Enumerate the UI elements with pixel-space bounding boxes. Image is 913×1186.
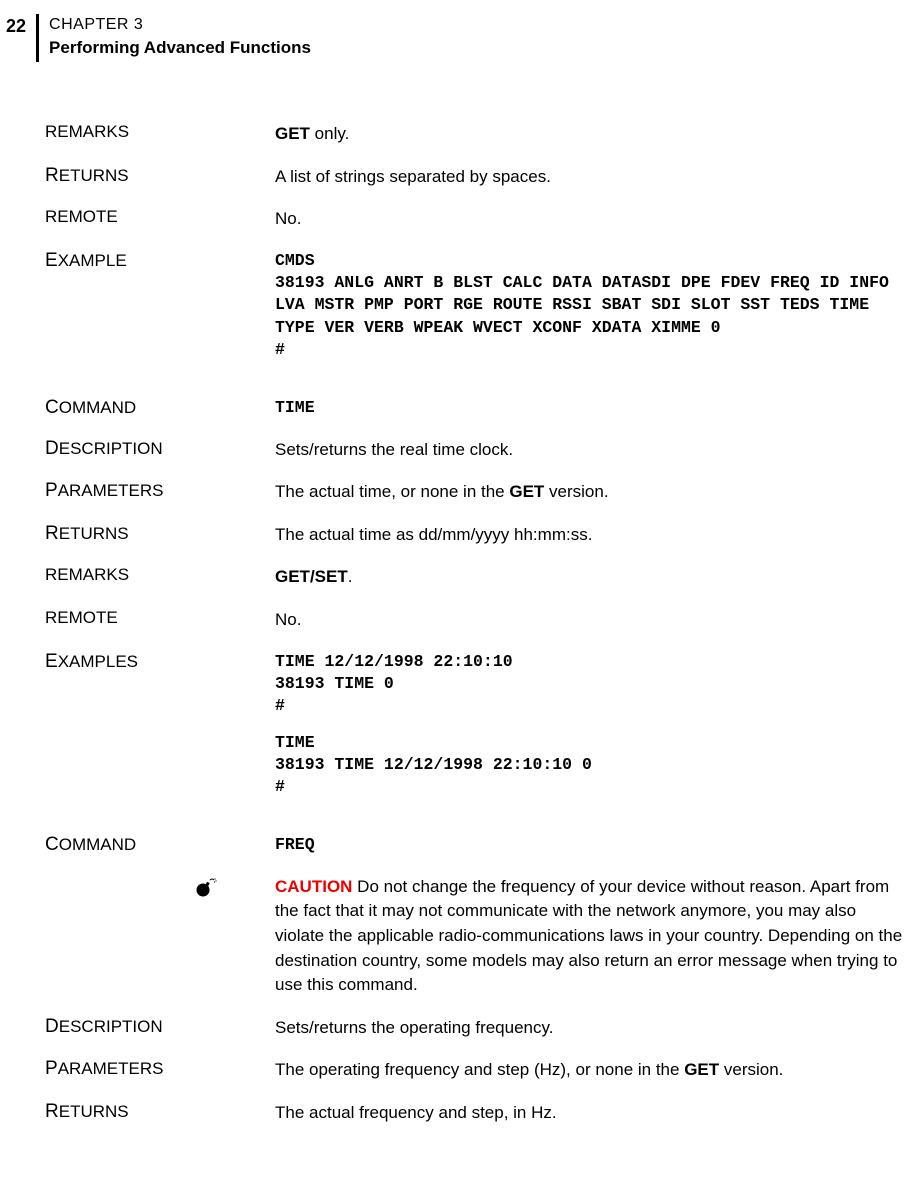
bold-get: GET [684,1060,719,1079]
pre: The actual time, or none in the [275,482,509,501]
caution-body: Do not change the frequency of your devi… [275,877,902,995]
value-remote: No. [275,207,913,232]
cap: P [45,1058,58,1079]
value-command: TIME [275,397,913,419]
cap: D [45,438,59,459]
label-returns: RETURNS [0,165,275,190]
row-returns-1: RETURNS A list of strings separated by s… [0,165,913,190]
cap: R [45,1101,59,1122]
row-returns-3: RETURNS The actual frequency and step, i… [0,1101,913,1126]
label-remote: REMOTE [0,608,275,633]
value-remarks: GET only. [275,122,913,147]
value-example: CMDS 38193 ANLG ANRT B BLST CALC DATA DA… [275,250,913,361]
row-description-3: DESCRIPTION Sets/returns the operating f… [0,1016,913,1041]
post: version. [544,482,608,501]
page-header: 22 CHAPTER 3 Performing Advanced Functio… [0,0,913,62]
value-description: Sets/returns the operating frequency. [275,1016,913,1041]
value-remote: No. [275,608,913,633]
row-remarks-1: REMARKS GET only. [0,122,913,147]
caution-text: CAUTION Do not change the frequency of y… [275,875,913,998]
code-time-get: TIME 38193 TIME 12/12/1998 22:10:10 0 # [275,732,903,799]
label-examples: EXAMPLES [0,651,275,799]
row-parameters-3: PARAMETERS The operating frequency and s… [0,1058,913,1083]
label-returns: RETURNS [0,523,275,548]
rest: OMMAND [59,398,136,417]
value-examples: TIME 12/12/1998 22:10:10 38193 TIME 0 # … [275,651,913,799]
value-parameters: The operating frequency and step (Hz), o… [275,1058,913,1083]
rest: ETURNS [59,166,129,185]
text-only: only. [310,124,349,143]
caution-word: CAUTION [275,877,352,896]
value-returns: The actual frequency and step, in Hz. [275,1101,913,1126]
post: version. [719,1060,783,1079]
code-freq: FREQ [275,834,903,856]
row-remote-1: REMOTE No. [0,207,913,232]
value-description: Sets/returns the real time clock. [275,438,913,463]
row-command-time: COMMAND TIME [0,397,913,419]
code-cmds: CMDS 38193 ANLG ANRT B BLST CALC DATA DA… [275,250,903,361]
rest: ETURNS [59,524,129,543]
value-returns: The actual time as dd/mm/yyyy hh:mm:ss. [275,523,913,548]
bold-getset: GET/SET [275,567,348,586]
header-titles: CHAPTER 3 Performing Advanced Functions [39,14,311,58]
rest: ETURNS [59,1102,129,1121]
row-caution: CAUTION Do not change the frequency of y… [0,875,913,998]
label-remarks: REMARKS [0,122,275,147]
value-command: FREQ [275,834,913,856]
label-example: EXAMPLE [0,250,275,361]
label-command: COMMAND [0,397,275,419]
rest: XAMPLES [58,652,138,671]
code-time-set: TIME 12/12/1998 22:10:10 38193 TIME 0 # [275,651,903,718]
cap: D [45,1016,59,1037]
chapter-subtitle: Performing Advanced Functions [49,34,311,58]
rest: ARAMETERS [58,1059,164,1078]
row-returns-2: RETURNS The actual time as dd/mm/yyyy hh… [0,523,913,548]
cap: E [45,250,58,271]
cap: C [45,397,59,418]
cap: R [45,165,59,186]
row-description-2: DESCRIPTION Sets/returns the real time c… [0,438,913,463]
cap: P [45,480,58,501]
label-command: COMMAND [0,834,275,856]
value-returns: A list of strings separated by spaces. [275,165,913,190]
dot: . [348,567,353,586]
label-remote: REMOTE [0,207,275,232]
rest: OMMAND [59,835,136,854]
page-number: 22 [0,14,36,37]
label-parameters: PARAMETERS [0,480,275,505]
chapter-line: CHAPTER 3 [49,14,311,34]
bold-get: GET [509,482,544,501]
label-parameters: PARAMETERS [0,1058,275,1083]
rest: XAMPLE [58,251,127,270]
label-remarks: REMARKS [0,565,275,590]
value-parameters: The actual time, or none in the GET vers… [275,480,913,505]
label-returns: RETURNS [0,1101,275,1126]
cap: E [45,651,58,672]
row-remarks-2: REMARKS GET/SET. [0,565,913,590]
bomb-icon [195,877,215,895]
row-example-1: EXAMPLE CMDS 38193 ANLG ANRT B BLST CALC… [0,250,913,361]
rest: ARAMETERS [58,481,164,500]
pre: The operating frequency and step (Hz), o… [275,1060,684,1079]
row-examples-2: EXAMPLES TIME 12/12/1998 22:10:10 38193 … [0,651,913,799]
row-remote-2: REMOTE No. [0,608,913,633]
label-description: DESCRIPTION [0,438,275,463]
rest: ESCRIPTION [59,1017,163,1036]
content: REMARKS GET only. RETURNS A list of stri… [0,62,913,1126]
bold-get: GET [275,124,310,143]
cap: C [45,834,59,855]
value-remarks: GET/SET. [275,565,913,590]
rest: ESCRIPTION [59,439,163,458]
caution-icon-col [0,875,275,998]
cap: R [45,523,59,544]
row-parameters-2: PARAMETERS The actual time, or none in t… [0,480,913,505]
row-command-freq: COMMAND FREQ [0,834,913,856]
code-time: TIME [275,397,903,419]
label-description: DESCRIPTION [0,1016,275,1041]
